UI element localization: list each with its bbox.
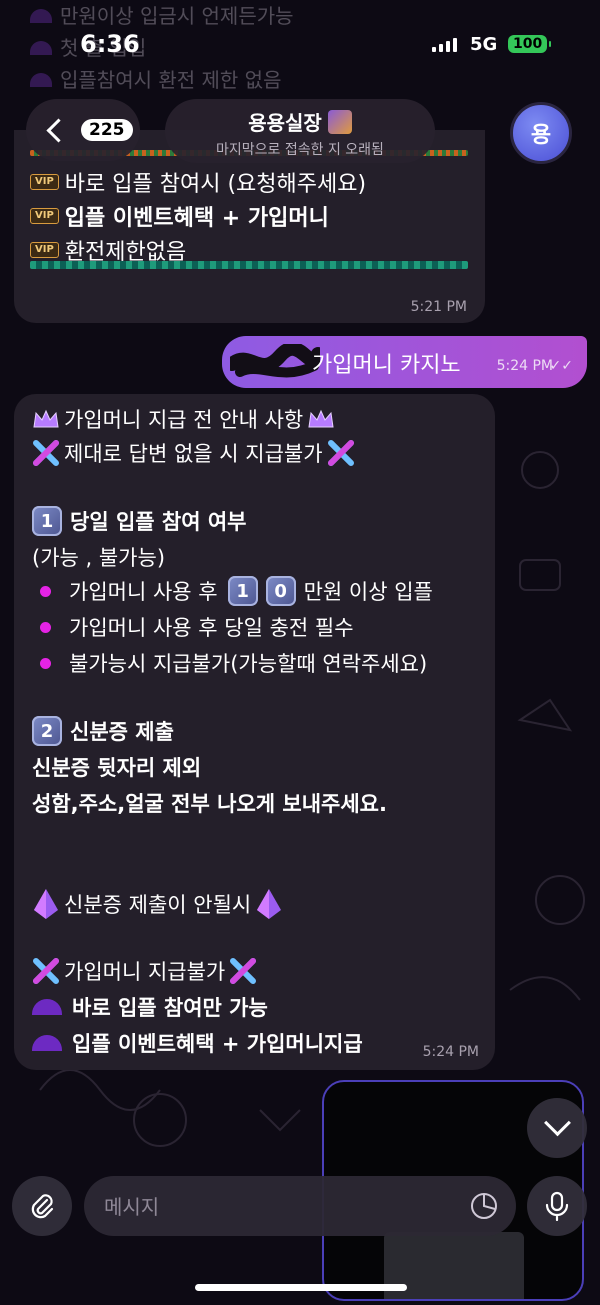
crown-icon: [33, 409, 59, 428]
message-line: VIP 바로 입플 참여시 (요청해주세요): [30, 166, 366, 198]
message-line: 신분증 뒷자리 제외: [32, 756, 202, 780]
section-heading: 2 신분증 제출: [32, 716, 174, 746]
decorative-divider: [30, 261, 468, 269]
outgoing-message[interactable]: 가입머니 카지노 5:24 PM ✓✓: [222, 336, 587, 388]
home-indicator[interactable]: [195, 1284, 407, 1291]
unread-count-badge: 225: [81, 119, 133, 141]
double-check-icon: ✓✓: [549, 358, 573, 374]
number-one-icon: 1: [227, 576, 258, 606]
network-label: 5G: [470, 34, 498, 55]
status-bar: 6:36 5G 100: [0, 0, 600, 80]
crown-icon: [308, 409, 334, 428]
voice-record-button[interactable]: [527, 1176, 587, 1236]
character-emoji-icon: [327, 109, 352, 134]
microphone-icon: [545, 1191, 569, 1221]
arch-icon: [32, 999, 62, 1015]
chat-last-seen: 마지막으로 접속한 지 오래됨: [216, 142, 384, 158]
chevron-down-icon: [543, 1108, 571, 1136]
avatar[interactable]: 용: [510, 102, 572, 164]
clock: 6:36: [80, 30, 140, 58]
signal-icon: [432, 36, 457, 52]
message-line: 신분증 제출이 안될시: [32, 888, 283, 920]
scroll-down-button[interactable]: [527, 1098, 587, 1158]
sticker-icon[interactable]: [468, 1190, 500, 1222]
bullet-icon: [40, 657, 51, 669]
redaction-scribble: [230, 344, 320, 378]
message-line: 성함,주소,얼굴 전부 나오게 보내주세요.: [32, 792, 387, 816]
incoming-message[interactable]: 가입머니 지급 전 안내 사항 제대로 답변 없을 시 지급불가 1 당일 입플…: [14, 394, 495, 1070]
vip-badge-icon: VIP: [30, 174, 59, 190]
message-time: 5:24 PM: [496, 358, 553, 374]
bullet-icon: [40, 585, 51, 597]
number-zero-icon: 0: [265, 576, 296, 606]
message-text: 가입머니 카지노: [312, 353, 461, 378]
message-line: VIP 입플 이벤트혜택 + 가입머니: [30, 200, 329, 232]
message-line: 가입머니 지급불가: [32, 956, 257, 986]
vip-badge-icon: VIP: [30, 208, 59, 224]
message-time: 5:21 PM: [410, 299, 467, 315]
attach-button[interactable]: [12, 1176, 72, 1236]
number-one-icon: 1: [32, 506, 62, 536]
x-mark-icon: [33, 440, 59, 466]
message-line: 바로 입플 참여만 가능: [32, 992, 268, 1022]
composer: [0, 1170, 600, 1301]
crystal-icon: [34, 889, 58, 919]
paperclip-icon: [31, 1194, 54, 1219]
arch-icon: [32, 1035, 62, 1051]
bullet-icon: [40, 621, 51, 633]
number-two-icon: 2: [32, 716, 62, 746]
chat-title-row: 용용실장: [165, 107, 435, 136]
crystal-icon: [257, 889, 282, 919]
chat-title: 용용실장: [248, 111, 322, 135]
message-line: (가능 , 불가능): [32, 546, 166, 570]
bullet-line: 가입머니 사용 후 당일 충전 필수: [32, 612, 354, 642]
bullet-line: 가입머니 사용 후 1 0 만원 이상 입플: [32, 576, 433, 606]
x-mark-icon: [327, 440, 354, 466]
bullet-line: 불가능시 지급불가(가능할때 연락주세요): [32, 648, 427, 678]
chat-header[interactable]: 용용실장 마지막으로 접속한 지 오래됨: [165, 99, 435, 163]
message-time: 5:24 PM: [422, 1044, 479, 1060]
chevron-left-icon: [46, 117, 71, 143]
vip-badge-icon: VIP: [30, 242, 59, 258]
message-line: 입플 이벤트혜택 + 가입머니지급: [32, 1028, 363, 1058]
message-input[interactable]: [102, 1176, 466, 1238]
section-heading: 1 당일 입플 참여 여부: [32, 506, 247, 536]
avatar-letter: 용: [530, 123, 552, 148]
x-mark-icon: [33, 958, 59, 984]
x-mark-icon: [230, 958, 257, 984]
back-button[interactable]: 225: [26, 99, 140, 161]
message-field[interactable]: [84, 1176, 516, 1238]
battery-icon: 100: [508, 35, 552, 53]
message-line: 제대로 답변 없을 시 지급불가: [32, 438, 355, 468]
message-line: 가입머니 지급 전 안내 사항: [32, 404, 335, 434]
